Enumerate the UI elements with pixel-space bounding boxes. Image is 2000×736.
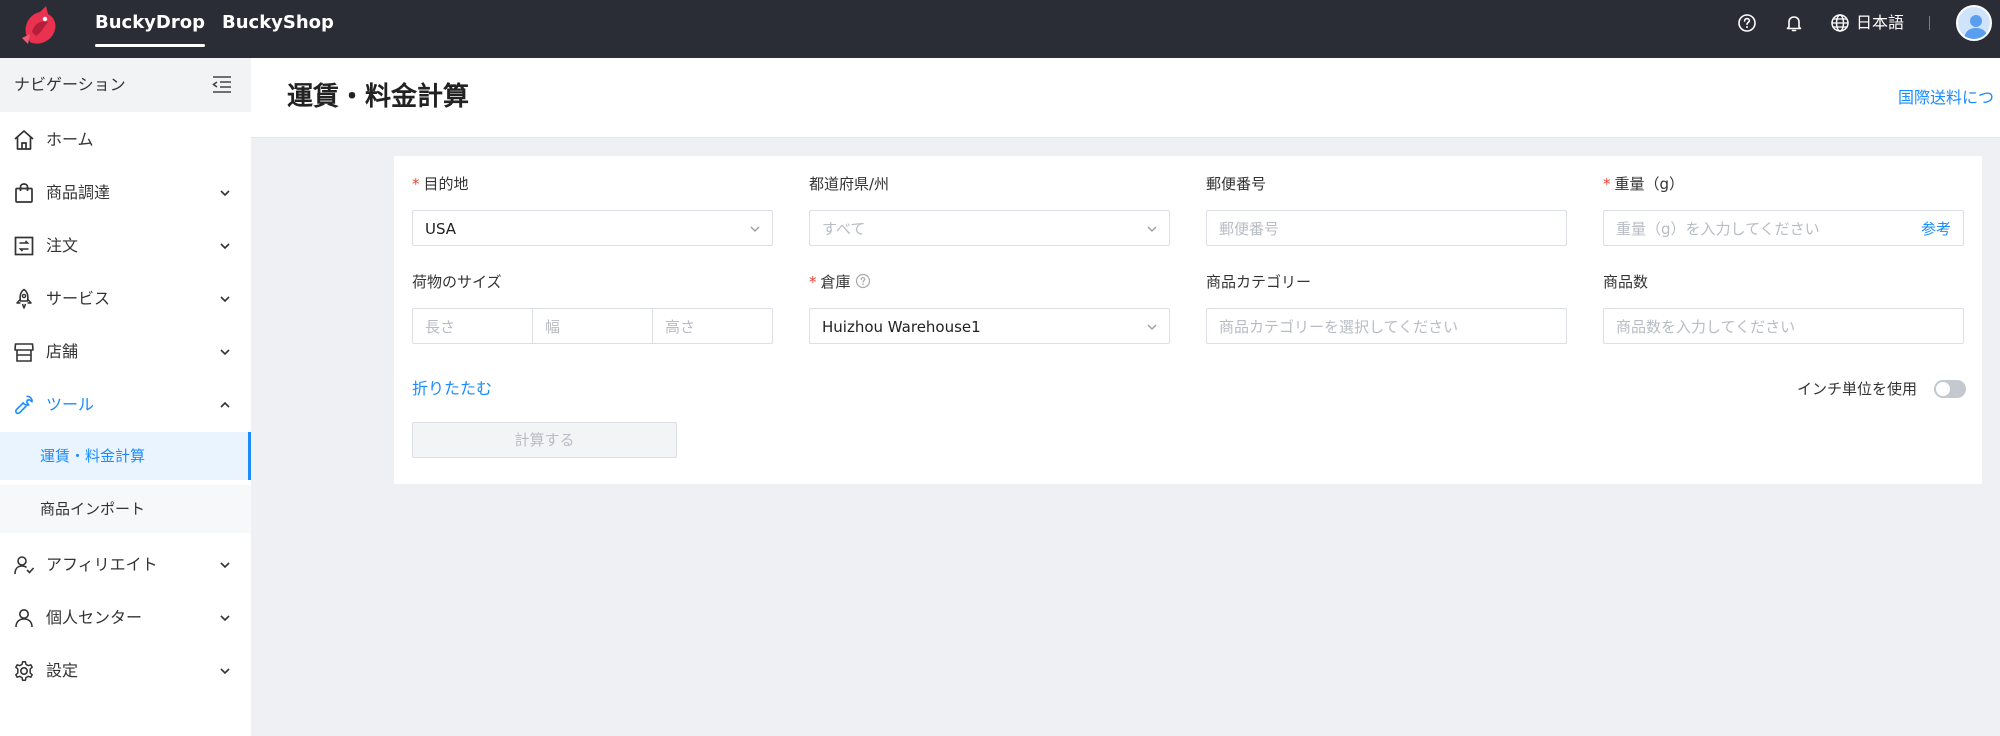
gear-icon xyxy=(15,661,33,681)
sidebar-subitem-label: 商品インポート xyxy=(40,500,146,518)
sidebar-item-store[interactable]: 店舗 xyxy=(0,325,251,378)
rocket-icon xyxy=(16,288,32,309)
sidebar-subitem-label: 運賃・料金計算 xyxy=(40,447,146,465)
weight-input[interactable]: 重量（g）を入力してください 参考 xyxy=(1603,210,1964,246)
sidebar-item-label: ホーム xyxy=(46,130,94,149)
calculator-form: * 目的地 都道府県/州 郵便番号 * 重量（g） USA すべて 郵便番号 重量（… xyxy=(394,156,1982,484)
sidebar-item-services[interactable]: サービス xyxy=(0,272,251,325)
quantity-input[interactable]: 商品数を入力してください xyxy=(1603,308,1964,344)
prefecture-label: 都道府県/州 xyxy=(809,175,890,193)
bag-icon xyxy=(15,183,33,203)
sidebar-item-tools[interactable]: ツール xyxy=(0,378,251,431)
length-input[interactable]: 長さ xyxy=(413,309,533,343)
destination-select[interactable]: USA xyxy=(412,210,773,246)
postal-input[interactable]: 郵便番号 xyxy=(1206,210,1567,246)
collapse-link[interactable]: 折りたたむ xyxy=(412,378,492,400)
warehouse-label: * 倉庫 xyxy=(809,272,871,292)
sidebar: ナビゲーション ホーム 商品調達 注文 サービス 店舗 ツール 運賃・料金計算 … xyxy=(0,58,251,736)
store-icon xyxy=(14,343,34,362)
required-mark: * xyxy=(412,175,420,193)
globe-icon[interactable] xyxy=(1829,12,1851,34)
prefecture-placeholder: すべて xyxy=(822,220,866,238)
buckydrop-logo[interactable] xyxy=(18,4,62,50)
calculate-button[interactable]: 計算する xyxy=(412,422,677,458)
affiliate-icon xyxy=(14,556,35,575)
sidebar-item-settings[interactable]: 設定 xyxy=(0,644,251,697)
chevron-down-icon xyxy=(220,190,230,197)
sidebar-item-personal-center[interactable]: 個人センター xyxy=(0,591,251,644)
sidebar-item-label: ツール xyxy=(46,395,95,414)
inch-unit-toggle[interactable] xyxy=(1934,380,1966,398)
sidebar-subitem-product-import[interactable]: 商品インポート xyxy=(0,485,251,533)
sidebar-item-home[interactable]: ホーム xyxy=(0,113,251,166)
required-mark: * xyxy=(809,273,817,291)
prefecture-select[interactable]: すべて xyxy=(809,210,1170,246)
category-select[interactable]: 商品カテゴリーを選択してください xyxy=(1206,308,1567,344)
sidebar-item-affiliate[interactable]: アフィリエイト xyxy=(0,538,251,591)
page-header: 運賃・料金計算 国際送料につ xyxy=(251,58,2000,138)
weight-label: * 重量（g） xyxy=(1603,175,1685,193)
help-icon[interactable] xyxy=(1736,12,1758,34)
sidebar-item-label: サービス xyxy=(46,289,111,308)
order-icon xyxy=(14,236,34,256)
postal-placeholder: 郵便番号 xyxy=(1219,220,1280,238)
warehouse-value: Huizhou Warehouse1 xyxy=(822,318,981,336)
category-label: 商品カテゴリー xyxy=(1206,273,1312,291)
width-input[interactable]: 幅 xyxy=(533,309,653,343)
sidebar-title: ナビゲーション xyxy=(14,75,126,94)
chevron-down-icon xyxy=(750,226,760,232)
user-icon xyxy=(15,609,33,628)
sidebar-item-sourcing[interactable]: 商品調達 xyxy=(0,166,251,219)
chevron-down-icon xyxy=(220,562,230,569)
weight-placeholder: 重量（g）を入力してください xyxy=(1616,220,1820,238)
bell-icon[interactable] xyxy=(1783,12,1805,34)
chevron-down-icon xyxy=(1147,226,1157,232)
top-bar: BuckyDrop BuckyShop 日本語 xyxy=(0,0,2000,58)
chevron-down-icon xyxy=(220,296,230,303)
question-icon[interactable] xyxy=(855,273,871,289)
page-title: 運賃・料金計算 xyxy=(287,82,470,112)
inch-unit-label: インチ単位を使用 xyxy=(1797,380,1918,398)
chevron-down-icon xyxy=(220,349,230,356)
chevron-down-icon xyxy=(220,243,230,250)
sidebar-item-label: 個人センター xyxy=(46,608,143,627)
chevron-down-icon xyxy=(220,668,230,675)
avatar[interactable] xyxy=(1956,5,1992,41)
destination-label: * 目的地 xyxy=(412,175,469,193)
warehouse-select[interactable]: Huizhou Warehouse1 xyxy=(809,308,1170,344)
language-selector[interactable]: 日本語 xyxy=(1856,12,1904,34)
required-mark: * xyxy=(1603,175,1611,193)
height-input[interactable]: 高さ xyxy=(653,309,772,343)
quantity-placeholder: 商品数を入力してください xyxy=(1616,318,1796,336)
home-icon xyxy=(14,130,34,150)
sidebar-item-label: アフィリエイト xyxy=(46,555,158,574)
topnav-buckydrop[interactable]: BuckyDrop xyxy=(95,0,205,58)
postal-label: 郵便番号 xyxy=(1206,175,1267,193)
chevron-up-icon xyxy=(220,401,230,408)
sidebar-item-orders[interactable]: 注文 xyxy=(0,219,251,272)
package-size-group: 長さ 幅 高さ xyxy=(412,308,773,344)
menu-collapse-icon[interactable] xyxy=(210,73,234,95)
sidebar-item-label: 注文 xyxy=(46,236,79,255)
topbar-divider xyxy=(1929,16,1930,30)
quantity-label: 商品数 xyxy=(1603,273,1649,291)
package-size-label: 荷物のサイズ xyxy=(412,273,502,291)
chevron-down-icon xyxy=(220,615,230,622)
international-shipping-link[interactable]: 国際送料につ xyxy=(1898,87,1994,109)
chevron-down-icon xyxy=(1147,324,1157,330)
sidebar-subitem-shipping-calculator[interactable]: 運賃・料金計算 xyxy=(0,432,251,480)
sidebar-item-label: 設定 xyxy=(46,661,79,680)
topnav-buckyshop[interactable]: BuckyShop xyxy=(222,0,334,58)
wrench-icon xyxy=(15,395,33,415)
sidebar-header: ナビゲーション xyxy=(0,58,251,112)
category-placeholder: 商品カテゴリーを選択してください xyxy=(1219,318,1459,336)
sidebar-item-label: 店舗 xyxy=(46,342,79,361)
sidebar-item-label: 商品調達 xyxy=(46,183,111,202)
destination-value: USA xyxy=(425,220,457,238)
weight-reference-link[interactable]: 参考 xyxy=(1921,219,1951,239)
